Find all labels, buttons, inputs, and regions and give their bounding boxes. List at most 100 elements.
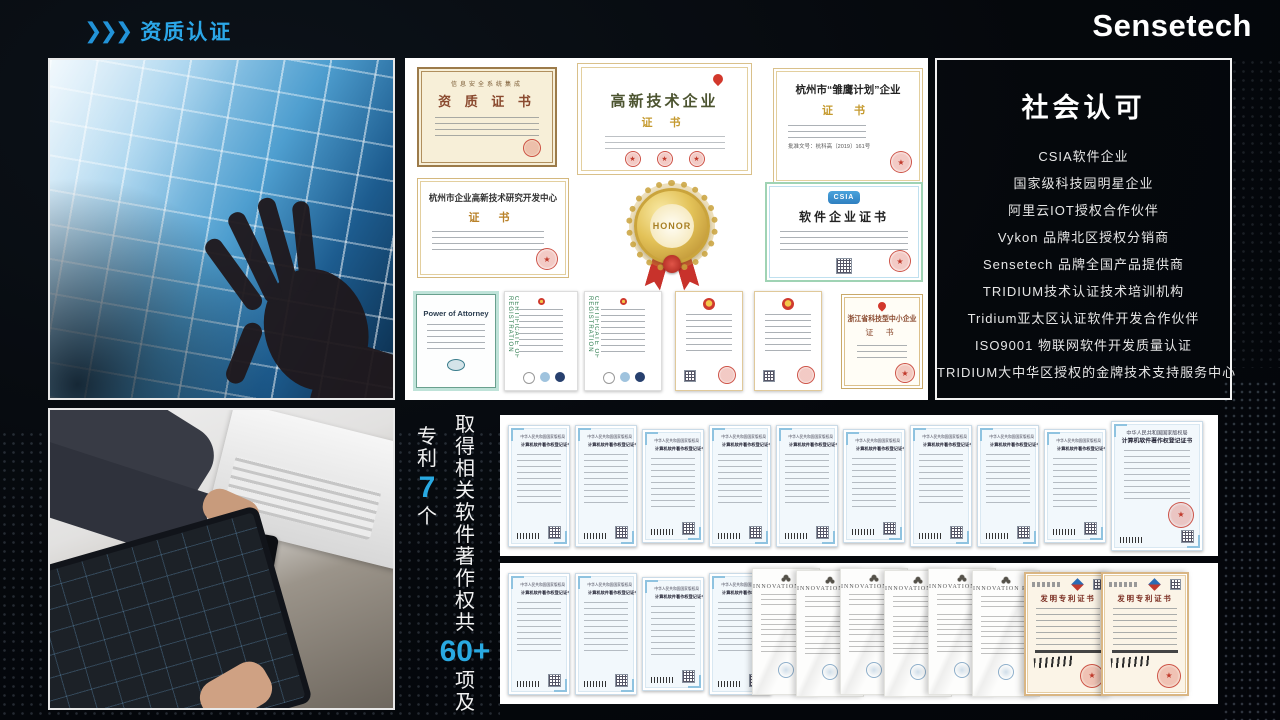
- achievement-char: 得: [455, 436, 475, 458]
- cert-header-text: 中华人民共和国国家版权局: [922, 433, 959, 438]
- registration-certificate: CERTIFICATE OF REGISTRATION: [504, 291, 578, 391]
- copyright-certificate-thumb: 中华人民共和国国家版权局计算机软件著作权登记证书: [1044, 429, 1106, 543]
- cert-codes: [584, 674, 628, 687]
- red-seal-stamp: [718, 366, 736, 384]
- achievement-char: 个: [417, 506, 437, 528]
- barcode: [718, 681, 742, 687]
- social-item: Sensetech 品牌全国产品提供商: [937, 251, 1230, 278]
- flame-icon: [876, 300, 887, 311]
- seal-row: ★ ★ ★: [578, 151, 751, 167]
- crest-icon: [913, 576, 923, 584]
- achievement-char: 软: [455, 502, 475, 524]
- cert-codes: [919, 526, 963, 539]
- national-emblem-icon: [703, 298, 715, 310]
- cert-title-text: 计算机软件著作权登记证书: [588, 441, 624, 446]
- social-item: 阿里云IOT授权合作伙伴: [937, 197, 1230, 224]
- cert-title-text: 计算机软件著作权登记证书: [1119, 436, 1195, 444]
- cert-text-lines: [519, 309, 563, 353]
- cert-header-text: 中华人民共和国国家版权局: [989, 433, 1026, 438]
- medal-ring: HONOR: [634, 188, 710, 264]
- achievement-char: 及: [455, 692, 475, 714]
- medal-center: HONOR: [650, 204, 694, 248]
- cert-title-text: 发明专利证书: [1029, 593, 1106, 603]
- cnipa-logo: [1148, 578, 1161, 591]
- red-seal-stamp: ★: [1157, 664, 1181, 688]
- honor-medal: HONOR: [627, 176, 717, 291]
- power-of-attorney-certificate: Power of Attorney: [413, 291, 499, 391]
- cert-text-lines: [432, 231, 544, 253]
- blue-seal-stamp: [910, 664, 926, 680]
- cert-title-text: 计算机软件著作权登记证书: [655, 445, 691, 450]
- cert-text-lines: [435, 117, 539, 141]
- cert-title-text: 计算机软件著作权登记证书: [789, 441, 825, 446]
- social-item: TRIDIUM大中华区授权的金牌技术支持服务中心: [937, 359, 1230, 386]
- hand-silhouette: [173, 177, 395, 400]
- cert-text-lines: [584, 602, 628, 654]
- achievement-char: 著: [455, 546, 475, 568]
- copyright-certificate-thumb: 中华人民共和国国家版权局计算机软件著作权登记证书★: [1111, 421, 1203, 551]
- cert-text-lines: [584, 454, 628, 506]
- social-item: Vykon 品牌北区授权分销商: [937, 224, 1230, 251]
- social-item: 国家级科技园明星企业: [937, 170, 1230, 197]
- cert-text-lines: [517, 602, 561, 654]
- flame-icon: [711, 72, 725, 86]
- qr-code: [1170, 579, 1181, 590]
- red-seal-stamp: ★: [536, 248, 558, 270]
- qr-code: [1181, 530, 1194, 543]
- cert-subtitle: 证 书: [774, 102, 922, 118]
- cert-header-text: 中华人民共和国国家版权局: [1056, 437, 1093, 442]
- qr-code: [615, 674, 628, 687]
- achievement-column-patents: 专利7个: [414, 426, 440, 714]
- cert-header-text: 中华人民共和国国家版权局: [654, 437, 691, 442]
- achievement-number: 60+: [440, 634, 491, 670]
- cert-text-lines: [718, 454, 762, 506]
- red-seal-stamp: ★: [1168, 502, 1194, 528]
- signature-scribble: [1111, 655, 1152, 668]
- cert-title: 高新技术企业: [578, 90, 751, 111]
- stamp-icon: [620, 372, 630, 382]
- qr-code: [682, 522, 695, 535]
- cert-text-lines: [1053, 458, 1097, 510]
- cert-tagline: 信息安全系统集成: [419, 79, 555, 88]
- qr-code: [763, 370, 775, 382]
- cert-codes: [1053, 522, 1097, 535]
- blue-seal-stamp: [866, 662, 882, 678]
- crest-icon: [825, 576, 835, 584]
- social-item: CSIA软件企业: [937, 143, 1230, 170]
- social-recognition-panel: 社会认可 CSIA软件企业国家级科技园明星企业阿里云IOT授权合作伙伴Vykon…: [935, 58, 1232, 400]
- copyright-certificate-thumb: 中华人民共和国国家版权局计算机软件著作权登记证书: [508, 425, 570, 547]
- cert-header-text: 中华人民共和国国家版权局: [520, 581, 557, 586]
- cert-text-lines: [780, 231, 908, 255]
- separator-line: [1112, 650, 1178, 653]
- cert-header-row: [1103, 574, 1187, 590]
- slide: ❯❯❯ 资质认证 Sensetech 信息安全系统集成: [0, 0, 1280, 720]
- emblem-icon: [620, 298, 627, 305]
- barcode: [584, 681, 608, 687]
- stamp-icon: [635, 372, 645, 382]
- cert-text-lines: [686, 314, 732, 356]
- cert-codes: [517, 674, 561, 687]
- software-enterprise-certificate: CSIA 软件企业证书 ★: [765, 182, 923, 282]
- cert-title: 资 质 证 书: [419, 91, 555, 110]
- cert-header-text: 中华人民共和国国家版权局: [855, 437, 892, 442]
- copyright-certificate-thumb: 中华人民共和国国家版权局计算机软件著作权登记证书: [776, 425, 838, 547]
- qr-code: [836, 258, 852, 274]
- red-seal-stamp: ★: [895, 363, 915, 383]
- cert-title-text: 计算机软件著作权登记证书: [521, 589, 557, 594]
- cert-title: 杭州市企业高新技术研究开发中心: [422, 191, 565, 204]
- cert-title: 软件企业证书: [767, 208, 921, 225]
- cert-number-line: [1109, 582, 1139, 587]
- red-seal-stamp: [523, 139, 541, 157]
- cert-subtitle: 证 书: [418, 209, 568, 225]
- cert-title-text: 发明专利证书: [1106, 593, 1183, 603]
- dot-texture: [1222, 380, 1280, 720]
- red-seal-stamp: ★: [625, 151, 641, 167]
- red-seal-stamp: ★: [689, 151, 705, 167]
- cert-title-text: 计算机软件著作权登记证书: [1057, 445, 1093, 450]
- social-item: Tridium亚太区认证软件开发合作伙伴: [937, 305, 1230, 332]
- cert-number-line: [1032, 582, 1062, 587]
- copyright-certificate-thumb: 中华人民共和国国家版权局计算机软件著作权登记证书: [508, 573, 570, 695]
- blue-seal-stamp: [998, 664, 1014, 680]
- cert-header-text: 中华人民共和国国家版权局: [587, 433, 624, 438]
- stamp-row: [603, 372, 657, 384]
